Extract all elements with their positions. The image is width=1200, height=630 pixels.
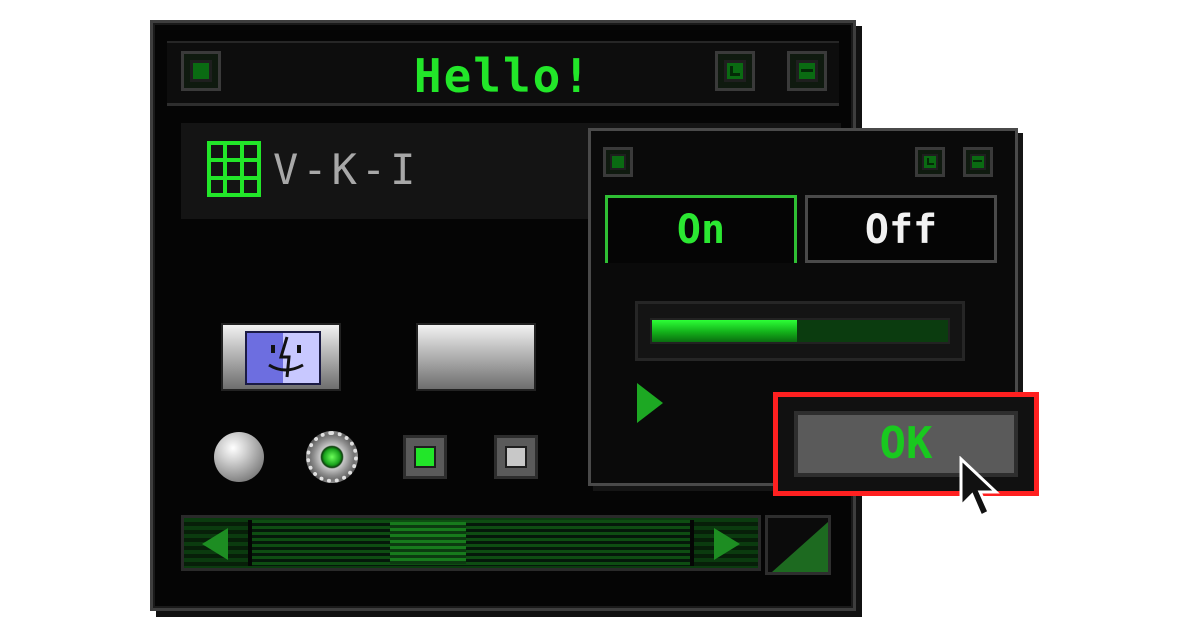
finder-face-icon (245, 331, 321, 385)
dialog-close-box[interactable] (603, 147, 633, 177)
grid-icon (207, 141, 261, 197)
collapse-box-icon (796, 60, 818, 82)
zoom-box-icon (724, 60, 746, 82)
radio-button-selected[interactable] (306, 431, 358, 483)
label-text: V-K-I (273, 145, 420, 194)
progress-bar (635, 301, 965, 361)
dialog-collapse-box[interactable] (963, 147, 993, 177)
scroll-right-arrow-icon[interactable] (714, 528, 740, 560)
progress-fill (652, 320, 798, 342)
title-bar[interactable]: Hello! (167, 41, 839, 106)
scroll-track[interactable] (248, 520, 694, 566)
close-box-icon (610, 154, 626, 170)
zoom-box-icon (922, 154, 938, 170)
checkbox-empty-mark (505, 446, 527, 468)
disclosure-triangle-icon[interactable] (637, 383, 663, 423)
finder-bevel-button[interactable] (221, 323, 341, 391)
checkbox-mark (414, 446, 436, 468)
zoom-box[interactable] (715, 51, 755, 91)
collapse-box-icon (970, 154, 986, 170)
resize-grow-box[interactable] (765, 515, 831, 575)
horizontal-scrollbar[interactable] (181, 515, 761, 571)
scroll-thumb[interactable] (390, 522, 466, 564)
radio-button-unselected[interactable] (214, 432, 264, 482)
scroll-left-arrow-icon[interactable] (202, 528, 228, 560)
collapse-box[interactable] (787, 51, 827, 91)
arrow-cursor-icon (959, 456, 1000, 519)
checkbox-checked[interactable] (403, 435, 447, 479)
dialog-zoom-box[interactable] (915, 147, 945, 177)
progress-track (650, 318, 950, 344)
segment-on[interactable]: On (605, 195, 797, 263)
checkbox-unchecked[interactable] (494, 435, 538, 479)
blank-bevel-button[interactable] (416, 323, 536, 391)
segment-off[interactable]: Off (805, 195, 997, 263)
